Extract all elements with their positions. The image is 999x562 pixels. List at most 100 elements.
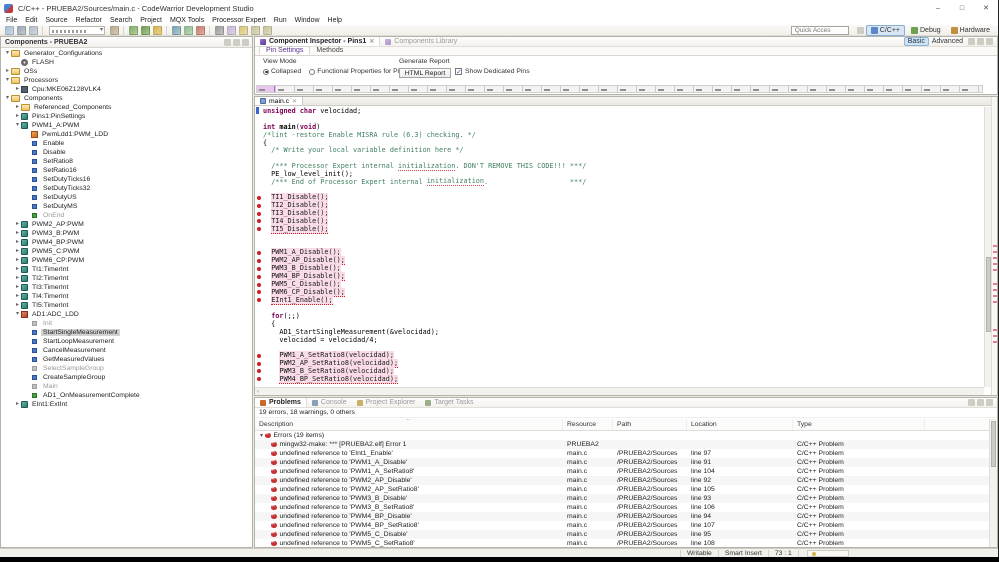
tree-item-pwm1-a-pwm[interactable]: ▾ PWM1_A:PWM bbox=[1, 121, 252, 130]
tree-item-setdutyms[interactable]: SetDutyMS bbox=[1, 202, 252, 211]
scrollbar-thumb[interactable] bbox=[991, 421, 996, 467]
collapsed-arrow-icon[interactable]: ▸ bbox=[14, 400, 21, 409]
build-icon[interactable] bbox=[109, 25, 119, 35]
tree-item-main[interactable]: Main bbox=[1, 382, 252, 391]
collapsed-arrow-icon[interactable]: ▸ bbox=[14, 85, 21, 94]
perspective-hardware[interactable]: Hardware bbox=[947, 26, 994, 35]
save-all-icon[interactable] bbox=[28, 25, 38, 35]
build-config-combo[interactable] bbox=[49, 25, 105, 35]
menu-help[interactable]: Help bbox=[324, 17, 346, 24]
tab-target-tasks[interactable]: Target Tasks bbox=[420, 398, 478, 407]
tree-item-pwm2-ap-pwm[interactable]: ▸ PWM2_AP:PWM bbox=[1, 220, 252, 229]
problem-row[interactable]: mingw32-make: *** [PRUEBA2.elf] Error 1 P… bbox=[255, 440, 989, 449]
collapse-all-icon[interactable] bbox=[224, 38, 231, 46]
tree-item-pwm6-cp-pwm[interactable]: ▸ PWM6_CP:PWM bbox=[1, 256, 252, 265]
expanded-arrow-icon[interactable]: ▾ bbox=[14, 121, 21, 130]
tree-item-pwm3-b-pwm[interactable]: ▸ PWM3_B:PWM bbox=[1, 229, 252, 238]
collapsed-arrow-icon[interactable]: ▸ bbox=[14, 265, 21, 274]
menu-processor-expert[interactable]: Processor Expert bbox=[208, 17, 270, 24]
collapsed-arrow-icon[interactable]: ▸ bbox=[14, 292, 21, 301]
functional-properties-radio[interactable] bbox=[309, 68, 316, 75]
minimize-view-icon[interactable] bbox=[977, 399, 984, 406]
problem-row[interactable]: undefined reference to 'PWM4_BP_Disable'… bbox=[255, 512, 989, 521]
tree-item-ti4-timerint[interactable]: ▸ TI4:TimerInt bbox=[1, 292, 252, 301]
pin-settings-grid[interactable] bbox=[256, 85, 983, 93]
collapsed-arrow-icon[interactable]: ▸ bbox=[14, 103, 21, 112]
advanced-tab[interactable]: Advanced bbox=[929, 38, 966, 45]
nav-back-icon[interactable] bbox=[250, 25, 260, 35]
collapsed-arrow-icon[interactable]: ▸ bbox=[14, 247, 21, 256]
column-header-path[interactable]: Path bbox=[613, 419, 687, 430]
menu-refactor[interactable]: Refactor bbox=[72, 17, 106, 24]
save-icon[interactable] bbox=[16, 25, 26, 35]
problem-row[interactable]: undefined reference to 'PWM2_AP_Disable'… bbox=[255, 476, 989, 485]
expanded-arrow-icon[interactable]: ▾ bbox=[258, 432, 265, 439]
menu-edit[interactable]: Edit bbox=[21, 17, 41, 24]
collapsed-arrow-icon[interactable]: ▸ bbox=[14, 112, 21, 121]
problem-row[interactable]: undefined reference to 'PWM2_AP_SetRatio… bbox=[255, 485, 989, 494]
close-tab-icon[interactable]: ✕ bbox=[369, 38, 374, 45]
search-icon[interactable] bbox=[214, 25, 224, 35]
close-editor-tab-icon[interactable]: ✕ bbox=[292, 98, 297, 105]
annotation-icon[interactable] bbox=[226, 25, 236, 35]
minimize-view-icon[interactable] bbox=[977, 38, 984, 45]
problems-vertical-scrollbar[interactable] bbox=[989, 419, 997, 547]
menu-mqx-tools[interactable]: MQX Tools bbox=[166, 17, 208, 24]
tree-item-pwm4-bp-pwm[interactable]: ▸ PWM4_BP:PWM bbox=[1, 238, 252, 247]
debug-icon[interactable] bbox=[128, 25, 138, 35]
basic-tab[interactable]: Basic bbox=[903, 37, 929, 46]
tree-item-startsinglemeasurement[interactable]: StartSingleMeasurement bbox=[1, 328, 252, 337]
tree-item-enable[interactable]: Enable bbox=[1, 139, 252, 148]
menu-file[interactable]: File bbox=[2, 17, 21, 24]
tree-item-init[interactable]: Init bbox=[1, 319, 252, 328]
tree-item-getmeasuredvalues[interactable]: GetMeasuredValues bbox=[1, 355, 252, 364]
view-menu-icon[interactable] bbox=[233, 38, 240, 46]
perspective-debug[interactable]: Debug bbox=[907, 26, 945, 35]
tree-item-pwm5-c-pwm[interactable]: ▸ PWM5_C:PWM bbox=[1, 247, 252, 256]
terminate-icon[interactable] bbox=[195, 25, 205, 35]
column-header-resource[interactable]: Resource bbox=[563, 419, 613, 430]
tree-item-flash[interactable]: FLASH bbox=[1, 58, 252, 67]
collapsed-arrow-icon[interactable]: ▸ bbox=[14, 229, 21, 238]
tree-item-ti2-timerint[interactable]: ▸ TI2:TimerInt bbox=[1, 274, 252, 283]
column-header-type[interactable]: Type bbox=[793, 419, 925, 430]
problem-row[interactable]: undefined reference to 'PWM3_B_SetRatio8… bbox=[255, 503, 989, 512]
tree-item-ti3-timerint[interactable]: ▸ TI3:TimerInt bbox=[1, 283, 252, 292]
column-header-location[interactable]: Location bbox=[687, 419, 793, 430]
quick-access-box[interactable]: Quick Acces bbox=[790, 25, 849, 35]
tree-item-setratio16[interactable]: SetRatio16 bbox=[1, 166, 252, 175]
flash-programmer-icon[interactable] bbox=[152, 25, 162, 35]
expanded-arrow-icon[interactable]: ▾ bbox=[4, 49, 11, 58]
problem-row[interactable]: undefined reference to 'EInt1_Enable' mai… bbox=[255, 449, 989, 458]
collapsed-radio[interactable] bbox=[263, 68, 269, 75]
show-dedicated-pins-checkbox[interactable]: ✓ bbox=[455, 68, 462, 76]
problem-row[interactable]: undefined reference to 'PWM4_BP_SetRatio… bbox=[255, 521, 989, 530]
expanded-arrow-icon[interactable]: ▾ bbox=[4, 76, 11, 85]
components-view-title[interactable]: Components - PRUEBA2 bbox=[1, 39, 87, 46]
tab-project-explorer[interactable]: Project Explorer bbox=[352, 398, 421, 407]
tree-item-setdutyticks32[interactable]: SetDutyTicks32 bbox=[1, 184, 252, 193]
tab-console[interactable]: Console bbox=[307, 398, 352, 407]
code-area[interactable]: unsigned char velocidad; int main(void)/*… bbox=[255, 107, 984, 387]
open-perspective-icon[interactable] bbox=[856, 26, 864, 34]
tree-item-selectsamplegroup[interactable]: SelectSampleGroup bbox=[1, 364, 252, 373]
tree-item-generator-configurations[interactable]: ▾ Generator_Configurations bbox=[1, 49, 252, 58]
problem-row[interactable]: undefined reference to 'PWM1_A_Disable' m… bbox=[255, 458, 989, 467]
tab-components-library[interactable]: Components Library bbox=[380, 37, 462, 46]
tree-item-setratio8[interactable]: SetRatio8 bbox=[1, 157, 252, 166]
tree-item-ad1-onmeasurementcomplete[interactable]: AD1_OnMeasurementComplete bbox=[1, 391, 252, 400]
close-button[interactable]: ✕ bbox=[974, 0, 998, 16]
tree-item-cpu-mke06z128vlk4[interactable]: ▸ Cpu:MKE06Z128VLK4 bbox=[1, 85, 252, 94]
problem-row[interactable]: undefined reference to 'PWM5_C_SetRatio8… bbox=[255, 539, 989, 547]
editor-vertical-scrollbar[interactable] bbox=[984, 107, 991, 387]
problem-row[interactable]: undefined reference to 'PWM3_B_Disable' m… bbox=[255, 494, 989, 503]
perspective-c-c-[interactable]: C/C++ bbox=[865, 24, 905, 36]
nav-forward-icon[interactable] bbox=[262, 25, 272, 35]
subtab-pin-settings[interactable]: Pin Settings bbox=[259, 46, 311, 55]
editor-horizontal-scrollbar[interactable]: ‹ bbox=[255, 387, 984, 395]
maximize-view-icon[interactable] bbox=[986, 38, 993, 45]
tree-item-pwmldd1-pwm-ldd[interactable]: PwmLdd1:PWM_LDD bbox=[1, 130, 252, 139]
new-wizard-icon[interactable] bbox=[4, 25, 14, 35]
tree-item-components[interactable]: ▾ Components bbox=[1, 94, 252, 103]
menu-window[interactable]: Window bbox=[291, 17, 324, 24]
